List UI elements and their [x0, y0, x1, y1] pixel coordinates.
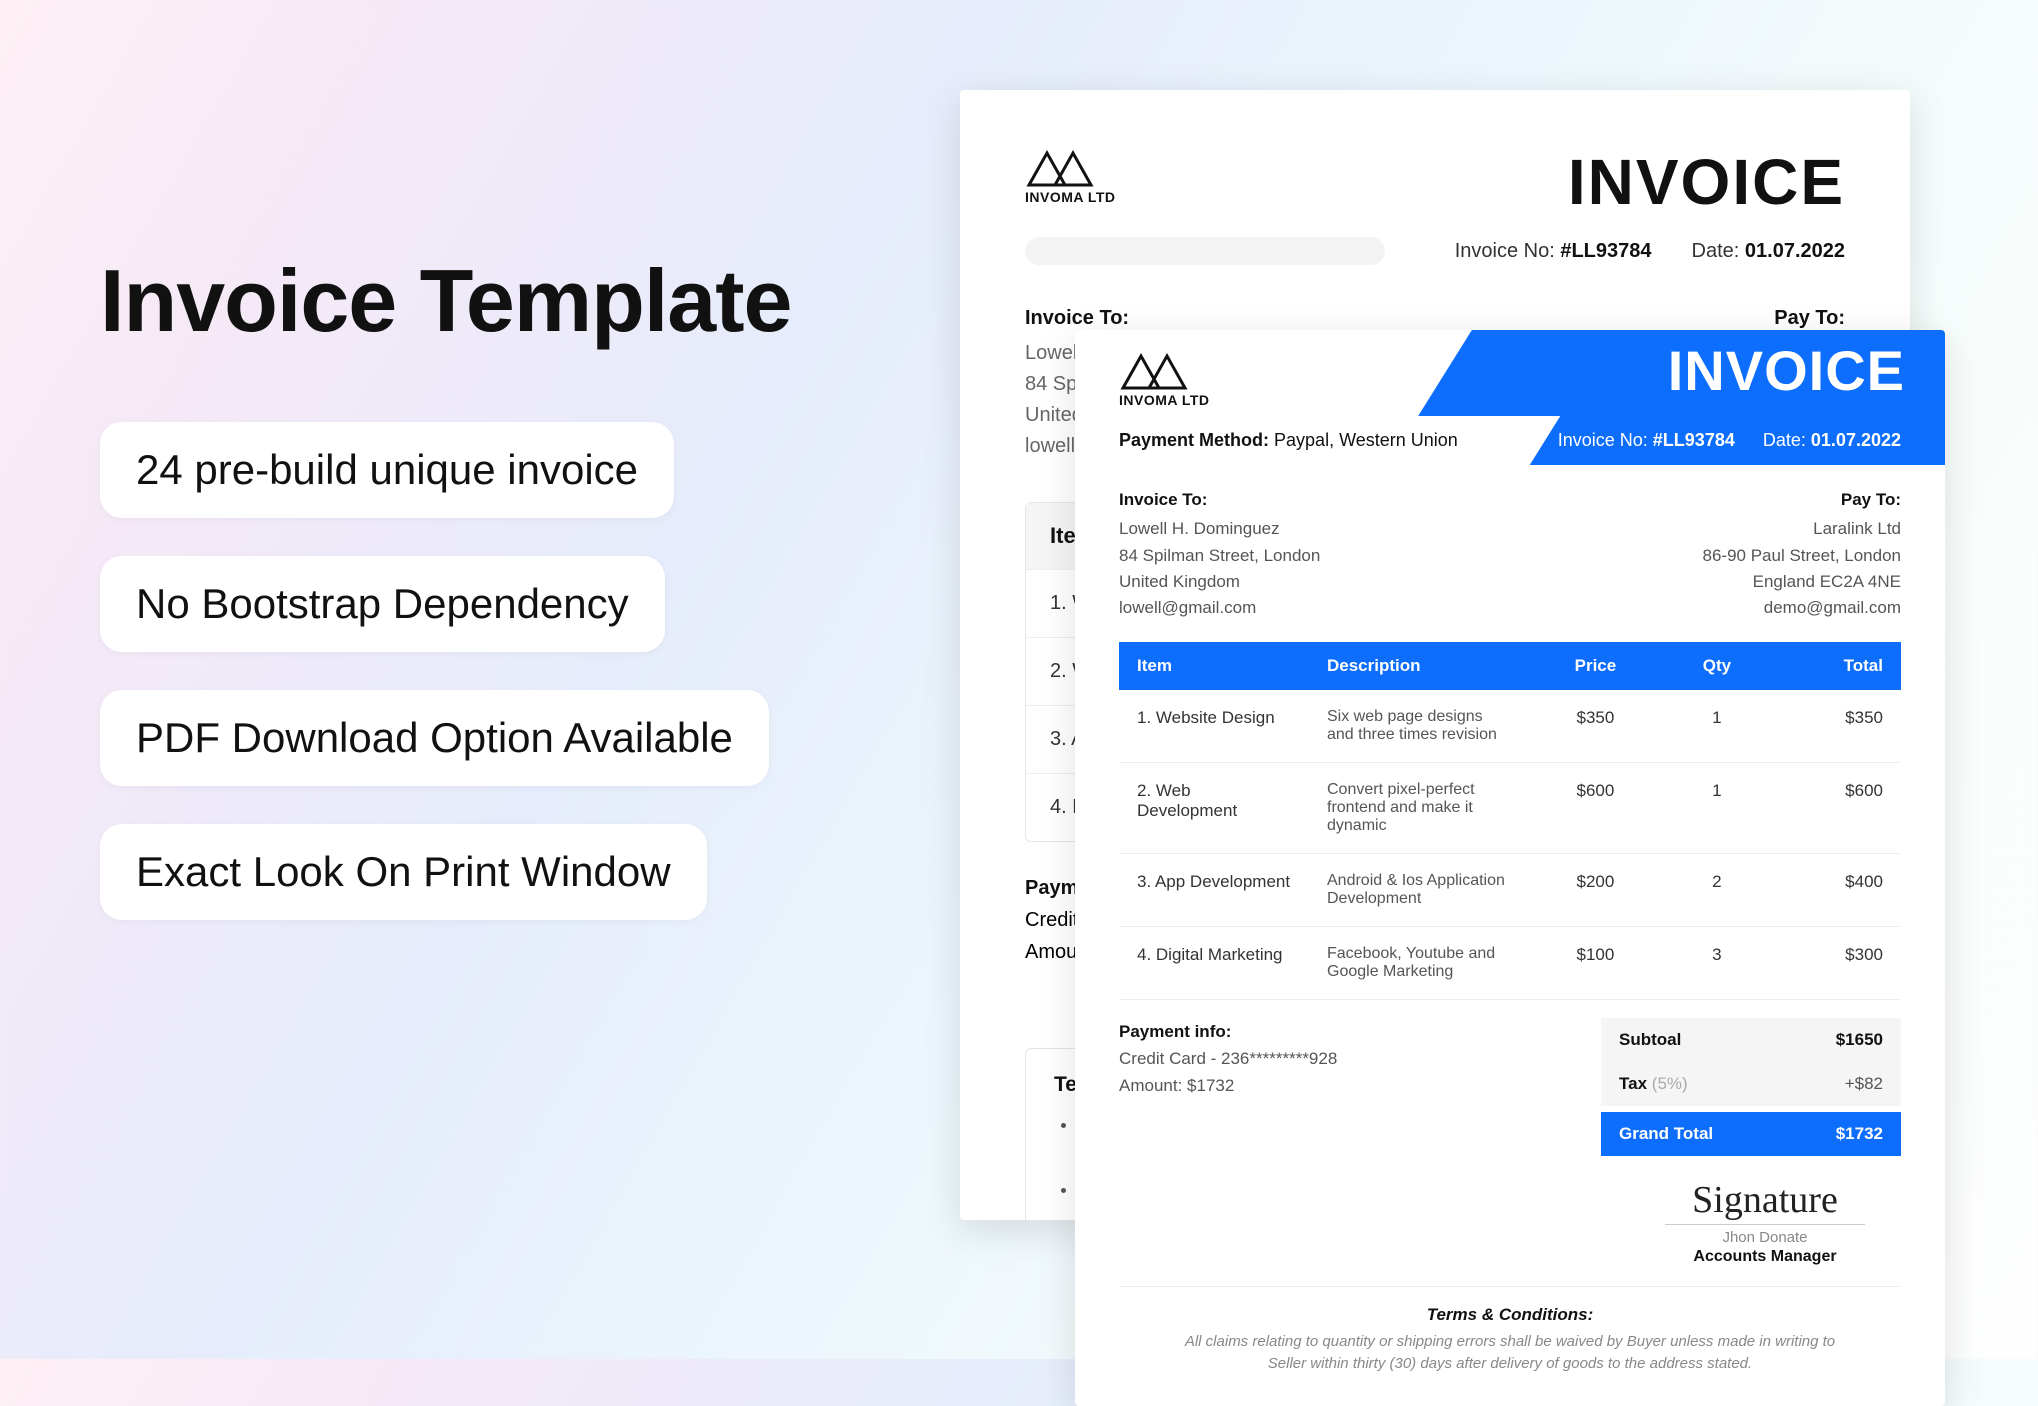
feature-pill: PDF Download Option Available	[100, 690, 769, 786]
col-total: Total	[1772, 642, 1901, 690]
signatory-name: Jhon Donate	[1629, 1229, 1901, 1246]
terms-block: Terms & Conditions: All claims relating …	[1119, 1286, 1901, 1406]
subtotal-row: Subtoal $1650	[1601, 1018, 1901, 1062]
payment-info: Payment info: Credit Card - 236*********…	[1119, 1018, 1581, 1156]
invoice-preview-front: INVOMA LTD INVOICE Payment Method: Paypa…	[1075, 330, 1945, 1406]
invoice-title: INVOICE	[1668, 338, 1905, 403]
table-row: 1. Website Design Six web page designs a…	[1119, 690, 1901, 763]
pay-to-block: Pay To: Laralink Ltd 86-90 Paul Street, …	[1703, 487, 1901, 622]
signatory-role: Accounts Manager	[1629, 1248, 1901, 1266]
col-qty: Qty	[1662, 642, 1772, 690]
grand-total-row: Grand Total $1732	[1601, 1112, 1901, 1156]
col-price: Price	[1529, 642, 1662, 690]
mountain-icon	[1119, 348, 1189, 390]
col-item: Item	[1119, 642, 1309, 690]
invoice-meta-bar: Invoice No: #LL93784 Date: 01.07.2022	[1025, 237, 1845, 265]
invoice-title: INVOICE	[1568, 145, 1845, 219]
page-title: Invoice Template	[100, 250, 860, 352]
company-logo: INVOMA LTD	[1025, 145, 1116, 205]
company-name: INVOMA LTD	[1119, 392, 1210, 408]
feature-pill: 24 pre-build unique invoice	[100, 422, 674, 518]
signature-text: Signature	[1665, 1178, 1865, 1225]
signature-block: Signature Jhon Donate Accounts Manager	[1585, 1156, 1945, 1276]
invoice-items-table: Item Description Price Qty Total 1. Webs…	[1119, 642, 1901, 1000]
col-description: Description	[1309, 642, 1529, 690]
table-row: 4. Digital Marketing Facebook, Youtube a…	[1119, 926, 1901, 999]
table-row: 3. App Development Android & Ios Applica…	[1119, 853, 1901, 926]
invoice-meta-bar: Payment Method: Paypal, Western Union In…	[1075, 416, 1945, 465]
tax-row: Tax (5%) +$82	[1601, 1062, 1901, 1106]
mountain-icon	[1025, 145, 1095, 187]
company-logo: INVOMA LTD	[1119, 348, 1210, 408]
invoice-to-block: Invoice To: Lowell H. Dominguez 84 Spilm…	[1119, 487, 1320, 622]
table-row: 2. Web Development Convert pixel-perfect…	[1119, 762, 1901, 853]
promo-panel: Invoice Template 24 pre-build unique inv…	[100, 250, 860, 958]
feature-pill: Exact Look On Print Window	[100, 824, 707, 920]
totals-block: Subtoal $1650 Tax (5%) +$82 Grand Total …	[1601, 1018, 1901, 1156]
invoice-banner: INVOMA LTD INVOICE	[1075, 330, 1945, 416]
feature-pill: No Bootstrap Dependency	[100, 556, 665, 652]
company-name: INVOMA LTD	[1025, 189, 1116, 205]
